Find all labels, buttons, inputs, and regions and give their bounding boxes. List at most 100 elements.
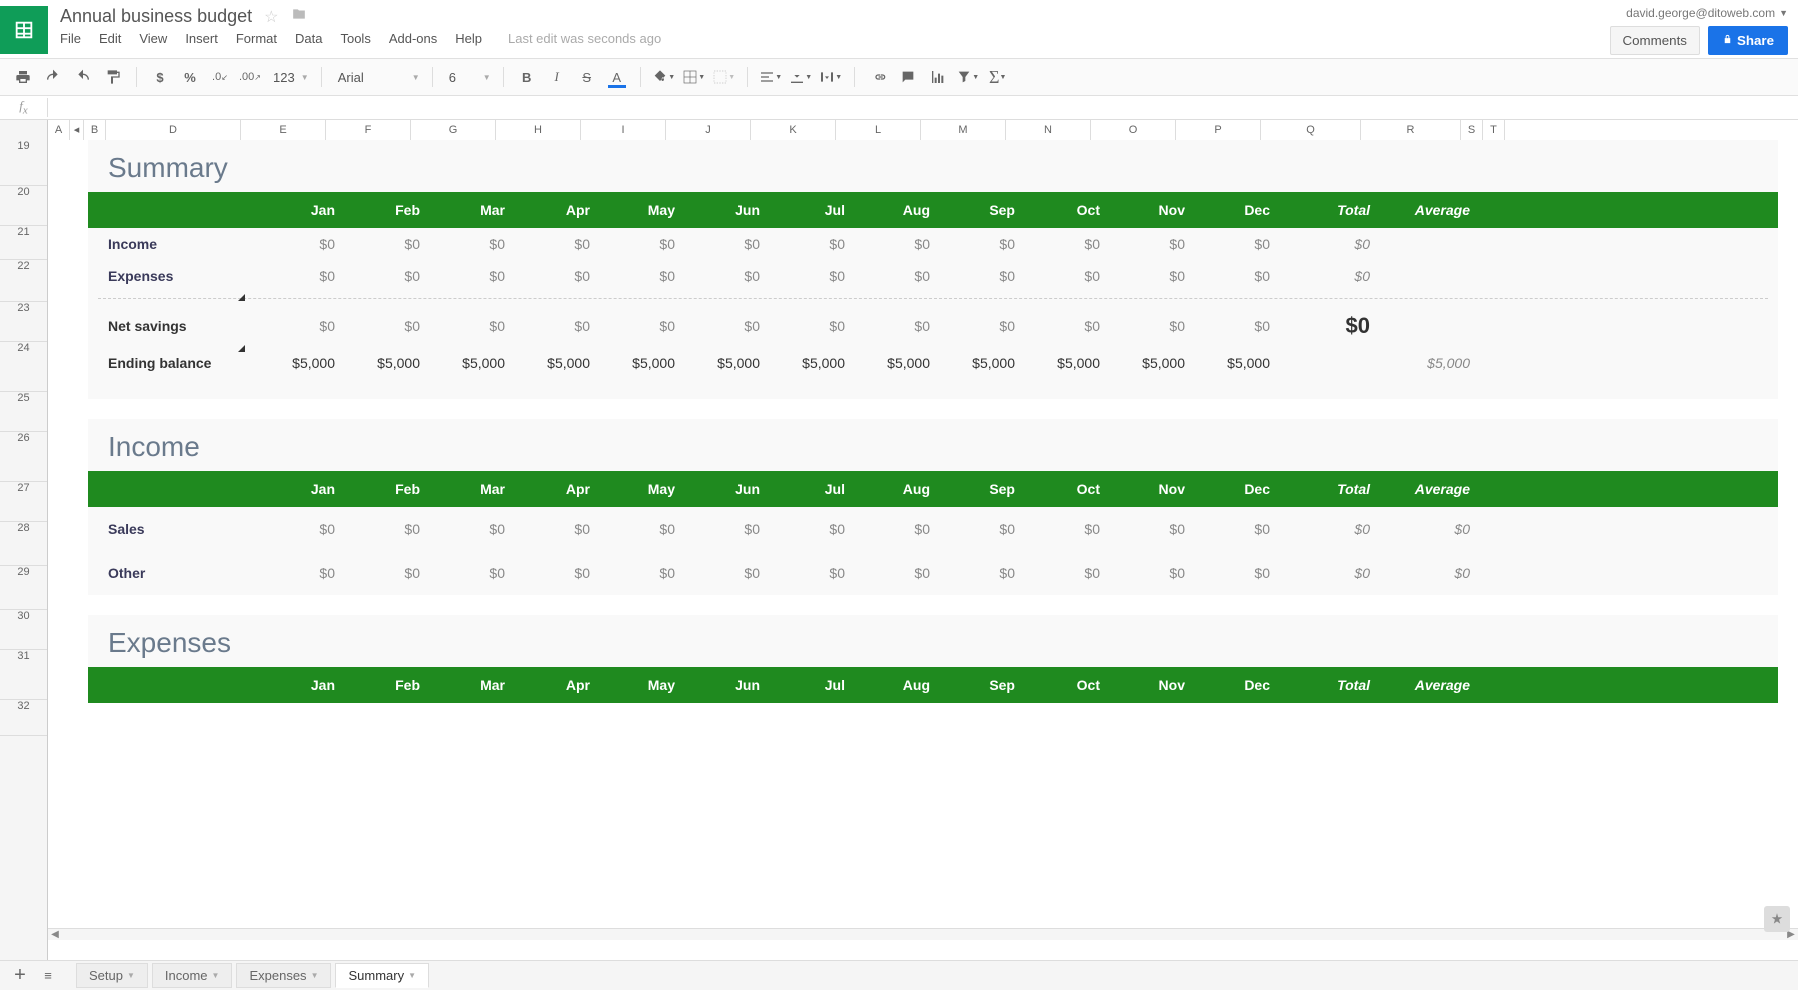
- row-19[interactable]: 19: [0, 140, 47, 186]
- text-wrap-icon[interactable]: ▼: [818, 64, 844, 90]
- menu-view[interactable]: View: [139, 31, 167, 46]
- print-icon[interactable]: [10, 64, 36, 90]
- expenses-row[interactable]: Expenses $0$0$0$0$0$0$0$0$0$0$0$0 $0: [88, 260, 1778, 292]
- menu-tools[interactable]: Tools: [340, 31, 370, 46]
- last-edit-text[interactable]: Last edit was seconds ago: [508, 31, 661, 46]
- sheet-body[interactable]: Summary JanFebMarAprMayJunJulAugSepOctNo…: [48, 140, 1798, 960]
- menu-file[interactable]: File: [60, 31, 81, 46]
- row-21[interactable]: 21: [0, 226, 47, 260]
- row-27[interactable]: 27: [0, 482, 47, 522]
- col-D[interactable]: D: [106, 120, 241, 140]
- redo-icon[interactable]: [70, 64, 96, 90]
- share-button[interactable]: Share: [1708, 26, 1788, 55]
- col-group-indicator[interactable]: ◂: [70, 120, 84, 140]
- filter-icon[interactable]: ▼: [955, 64, 981, 90]
- col-R[interactable]: R: [1361, 120, 1461, 140]
- select-all-corner[interactable]: [0, 120, 48, 140]
- col-Q[interactable]: Q: [1261, 120, 1361, 140]
- explore-button[interactable]: [1764, 906, 1790, 932]
- menu-help[interactable]: Help: [455, 31, 482, 46]
- insert-chart-icon[interactable]: [925, 64, 951, 90]
- tab-expenses[interactable]: Expenses▼: [236, 963, 331, 988]
- col-L[interactable]: L: [836, 120, 921, 140]
- col-I[interactable]: I: [581, 120, 666, 140]
- increase-decimal-icon[interactable]: .00↗: [237, 64, 263, 90]
- col-S[interactable]: S: [1461, 120, 1483, 140]
- menu-edit[interactable]: Edit: [99, 31, 121, 46]
- insert-link-icon[interactable]: [865, 64, 891, 90]
- col-O[interactable]: O: [1091, 120, 1176, 140]
- user-email[interactable]: david.george@ditoweb.com ▼: [1626, 6, 1788, 20]
- number-format-select[interactable]: 123: [267, 68, 311, 87]
- folder-icon[interactable]: [291, 7, 307, 26]
- font-select[interactable]: Arial: [332, 68, 422, 87]
- add-sheet-button[interactable]: +: [8, 964, 32, 988]
- other-row[interactable]: Other $0$0$0$0$0$0$0$0$0$0$0$0 $0$0: [88, 551, 1778, 595]
- col-M[interactable]: M: [921, 120, 1006, 140]
- col-P[interactable]: P: [1176, 120, 1261, 140]
- row-20[interactable]: 20: [0, 186, 47, 226]
- row-26[interactable]: 26: [0, 432, 47, 482]
- caret-down-icon: ▼: [311, 971, 319, 980]
- doc-title[interactable]: Annual business budget: [60, 6, 252, 27]
- col-F[interactable]: F: [326, 120, 411, 140]
- vertical-align-icon[interactable]: ▼: [788, 64, 814, 90]
- ending-balance-row[interactable]: Ending balance $5,000$5,000$5,000$5,000$…: [88, 347, 1778, 379]
- menu-format[interactable]: Format: [236, 31, 277, 46]
- insert-comment-icon[interactable]: [895, 64, 921, 90]
- bold-icon[interactable]: B: [514, 64, 540, 90]
- row-23[interactable]: 23: [0, 302, 47, 342]
- col-B[interactable]: B: [84, 120, 106, 140]
- borders-icon[interactable]: ▼: [681, 64, 707, 90]
- horizontal-scrollbar[interactable]: ◀ ▶: [48, 928, 1798, 940]
- menu-data[interactable]: Data: [295, 31, 322, 46]
- font-size-select[interactable]: 6: [443, 68, 493, 87]
- row-29[interactable]: 29: [0, 566, 47, 610]
- menu-addons[interactable]: Add-ons: [389, 31, 437, 46]
- sales-row[interactable]: Sales $0$0$0$0$0$0$0$0$0$0$0$0 $0$0: [88, 507, 1778, 551]
- row-28[interactable]: 28: [0, 522, 47, 566]
- fill-color-icon[interactable]: ▼: [651, 64, 677, 90]
- merge-cells-icon[interactable]: ▼: [711, 64, 737, 90]
- formula-input[interactable]: [48, 96, 1798, 119]
- col-E[interactable]: E: [241, 120, 326, 140]
- row-24[interactable]: 24: [0, 342, 47, 392]
- col-T[interactable]: T: [1483, 120, 1505, 140]
- note-indicator-icon[interactable]: [238, 294, 245, 301]
- col-H[interactable]: H: [496, 120, 581, 140]
- income-row[interactable]: Income $0$0$0$0$0$0$0$0$0$0$0$0 $0: [88, 228, 1778, 260]
- scroll-left-icon[interactable]: ◀: [48, 929, 62, 940]
- all-sheets-button[interactable]: ≡: [36, 964, 60, 988]
- comments-button[interactable]: Comments: [1610, 26, 1700, 55]
- text-color-icon[interactable]: A: [604, 64, 630, 90]
- star-icon[interactable]: ☆: [264, 7, 278, 27]
- tab-income[interactable]: Income▼: [152, 963, 233, 988]
- tab-summary[interactable]: Summary▼: [335, 963, 429, 988]
- functions-icon[interactable]: Σ▼: [985, 64, 1011, 90]
- col-K[interactable]: K: [751, 120, 836, 140]
- row-31[interactable]: 31: [0, 650, 47, 700]
- note-indicator-icon[interactable]: [238, 345, 245, 352]
- sheets-logo[interactable]: [0, 6, 48, 54]
- summary-title: Summary: [88, 140, 1778, 192]
- strikethrough-icon[interactable]: S: [574, 64, 600, 90]
- percent-icon[interactable]: %: [177, 64, 203, 90]
- col-N[interactable]: N: [1006, 120, 1091, 140]
- currency-icon[interactable]: $: [147, 64, 173, 90]
- row-25[interactable]: 25: [0, 392, 47, 432]
- undo-icon[interactable]: [40, 64, 66, 90]
- paint-format-icon[interactable]: [100, 64, 126, 90]
- decrease-decimal-icon[interactable]: .0↙: [207, 64, 233, 90]
- row-30[interactable]: 30: [0, 610, 47, 650]
- italic-icon[interactable]: I: [544, 64, 570, 90]
- col-J[interactable]: J: [666, 120, 751, 140]
- col-G[interactable]: G: [411, 120, 496, 140]
- row-32[interactable]: 32: [0, 700, 47, 736]
- row-22[interactable]: 22: [0, 260, 47, 302]
- col-A[interactable]: A: [48, 120, 70, 140]
- formula-bar: fx: [0, 96, 1798, 120]
- tab-setup[interactable]: Setup▼: [76, 963, 148, 988]
- horizontal-align-icon[interactable]: ▼: [758, 64, 784, 90]
- net-savings-row[interactable]: Net savings $0$0$0$0$0$0$0$0$0$0$0$0 $0: [88, 305, 1778, 347]
- menu-insert[interactable]: Insert: [185, 31, 218, 46]
